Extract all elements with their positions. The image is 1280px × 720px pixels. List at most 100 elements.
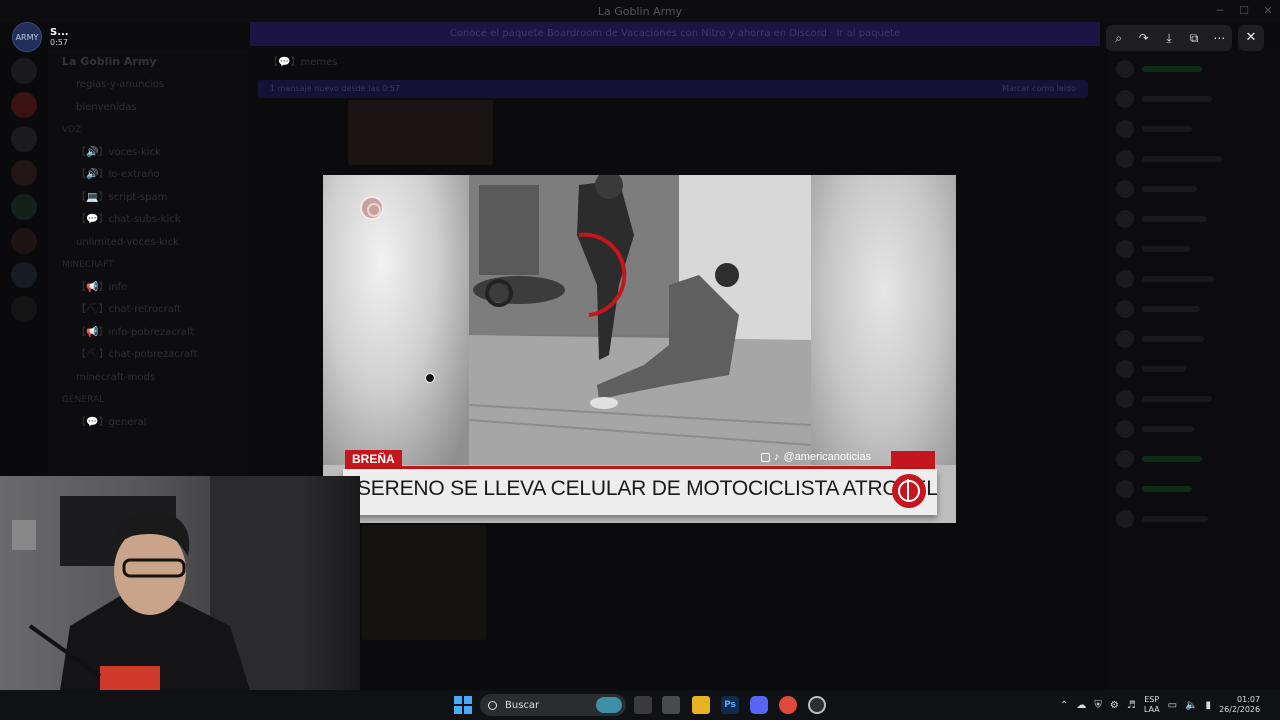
window-titlebar: La Goblin Army ─ ☐ ✕: [0, 0, 1280, 22]
server-icon[interactable]: [11, 296, 37, 322]
new-messages-bar[interactable]: 1 mensaje nuevo desde las 0:57 Marcar co…: [258, 80, 1088, 98]
channel-sidebar: La Goblin Army reglas-y-anuncios bienveni…: [48, 50, 248, 480]
server-icon[interactable]: [11, 126, 37, 152]
member-item[interactable]: [1108, 88, 1280, 110]
member-name: [1142, 156, 1222, 162]
start-button[interactable]: [454, 696, 472, 714]
forward-icon[interactable]: ↷: [1134, 31, 1154, 45]
member-item[interactable]: [1108, 208, 1280, 230]
video-frame[interactable]: BREÑA ♪ @americanoticias SERENO SE LLEVA…: [323, 175, 956, 523]
server-icon[interactable]: [11, 194, 37, 220]
task-view-icon[interactable]: [634, 696, 652, 714]
member-name: [1142, 456, 1202, 462]
stream-elapsed: 0:57: [50, 38, 68, 47]
member-name: [1142, 396, 1212, 402]
member-item[interactable]: [1108, 178, 1280, 200]
chrome-icon[interactable]: [779, 696, 797, 714]
channel-category[interactable]: VOZ: [48, 119, 248, 142]
member-name: [1142, 336, 1204, 342]
channel-item[interactable]: minecraft-mods: [48, 367, 248, 390]
photoshop-icon[interactable]: Ps: [721, 696, 739, 714]
zoom-icon[interactable]: ⌕: [1109, 31, 1129, 46]
server-icon[interactable]: [11, 228, 37, 254]
server-icon[interactable]: [11, 58, 37, 84]
server-icon[interactable]: [11, 160, 37, 186]
maximize-icon[interactable]: ☐: [1232, 0, 1256, 22]
member-name: [1142, 306, 1200, 312]
member-name: [1142, 96, 1212, 102]
avatar: [1116, 360, 1134, 378]
server-icon[interactable]: [11, 92, 37, 118]
app-icon[interactable]: [662, 696, 680, 714]
blurred-background-left: [323, 175, 469, 465]
new-messages-text: 1 mensaje nuevo desde las 0:57: [270, 84, 400, 93]
avatar: [1116, 240, 1134, 258]
member-name: [1142, 486, 1192, 492]
minimize-icon[interactable]: ─: [1208, 0, 1232, 22]
file-explorer-icon[interactable]: [692, 696, 710, 714]
channel-item[interactable]: reglas-y-anuncios: [48, 74, 248, 97]
channel-item[interactable]: 【💬】chat-subs-kick: [48, 209, 248, 232]
channel-item[interactable]: 【🔊】lo-extraño: [48, 164, 248, 187]
chevron-up-icon[interactable]: ⌃: [1060, 700, 1068, 711]
member-item[interactable]: [1108, 508, 1280, 530]
clock[interactable]: 01:07 26/2/2026: [1219, 695, 1260, 715]
mark-read-button[interactable]: Marcar como leído: [1002, 80, 1076, 98]
member-item[interactable]: [1108, 478, 1280, 500]
shield-icon[interactable]: ⛨: [1094, 700, 1102, 711]
channel-item[interactable]: bienvenidas: [48, 97, 248, 120]
volume-icon[interactable]: 🔈: [1185, 700, 1197, 711]
chat-image[interactable]: [348, 100, 493, 165]
streamer-avatar[interactable]: ARMY: [12, 22, 42, 52]
network-icon[interactable]: ▭: [1168, 700, 1177, 711]
search-icon: [488, 700, 497, 710]
obs-icon[interactable]: [808, 696, 826, 714]
open-external-icon[interactable]: ⧉: [1184, 31, 1204, 46]
nitro-banner[interactable]: Conocé el paquete Boardroom de Vacacione…: [250, 22, 1100, 46]
member-item[interactable]: [1108, 238, 1280, 260]
member-item[interactable]: [1108, 418, 1280, 440]
member-item[interactable]: [1108, 448, 1280, 470]
viewer-toolbar: ⌕ ↷ ⤓ ⧉ ⋯: [1106, 25, 1232, 51]
channel-list: reglas-y-anuncios bienvenidas VOZ 【🔊】voces-…: [48, 74, 248, 434]
member-item[interactable]: [1108, 268, 1280, 290]
download-icon[interactable]: ⤓: [1159, 31, 1179, 46]
member-name: [1142, 126, 1192, 132]
channel-item[interactable]: 【⛏】chat-pobrezacraft: [48, 344, 248, 367]
close-viewer-button[interactable]: ✕: [1238, 25, 1264, 51]
channel-item[interactable]: 【📢】info: [48, 277, 248, 300]
onedrive-icon[interactable]: ☁: [1076, 700, 1086, 711]
channel-item[interactable]: 【⛏】chat-retrocraft: [48, 299, 248, 322]
member-item[interactable]: [1108, 298, 1280, 320]
keyboard-layout: LAA: [1143, 705, 1160, 714]
server-rail: [0, 50, 48, 480]
channel-item[interactable]: unlimited-voces-kick: [48, 232, 248, 255]
channel-item[interactable]: 【💻】script-spam: [48, 187, 248, 210]
server-icon[interactable]: [11, 262, 37, 288]
microphone-icon[interactable]: ♬: [1127, 700, 1136, 711]
language-indicator[interactable]: ESP LAA: [1144, 695, 1160, 715]
avatar: [1116, 120, 1134, 138]
member-item[interactable]: [1108, 388, 1280, 410]
server-name[interactable]: La Goblin Army: [48, 50, 248, 74]
member-item[interactable]: [1108, 58, 1280, 80]
discord-icon[interactable]: [750, 696, 768, 714]
channel-item[interactable]: 【📢】info-pobrezacraft: [48, 322, 248, 345]
channel-category[interactable]: MINECRAFT: [48, 254, 248, 277]
streamer-name: S...: [50, 27, 69, 38]
settings-icon[interactable]: ⚙: [1110, 700, 1119, 711]
member-item[interactable]: [1108, 148, 1280, 170]
more-icon[interactable]: ⋯: [1209, 31, 1229, 45]
channel-item[interactable]: 【🔊】voces-kick: [48, 142, 248, 165]
channel-item[interactable]: 【💬】general: [48, 412, 248, 435]
member-item[interactable]: [1108, 118, 1280, 140]
webcam-overlay: [0, 476, 360, 690]
member-item[interactable]: [1108, 358, 1280, 380]
channel-category[interactable]: GENERAL: [48, 389, 248, 412]
clock-time: 01:07: [1237, 695, 1261, 704]
window-close-icon[interactable]: ✕: [1256, 0, 1280, 22]
taskbar-search[interactable]: Buscar: [480, 694, 626, 716]
member-item[interactable]: [1108, 328, 1280, 350]
chat-image[interactable]: [362, 525, 486, 640]
battery-icon[interactable]: ▮: [1206, 700, 1212, 711]
